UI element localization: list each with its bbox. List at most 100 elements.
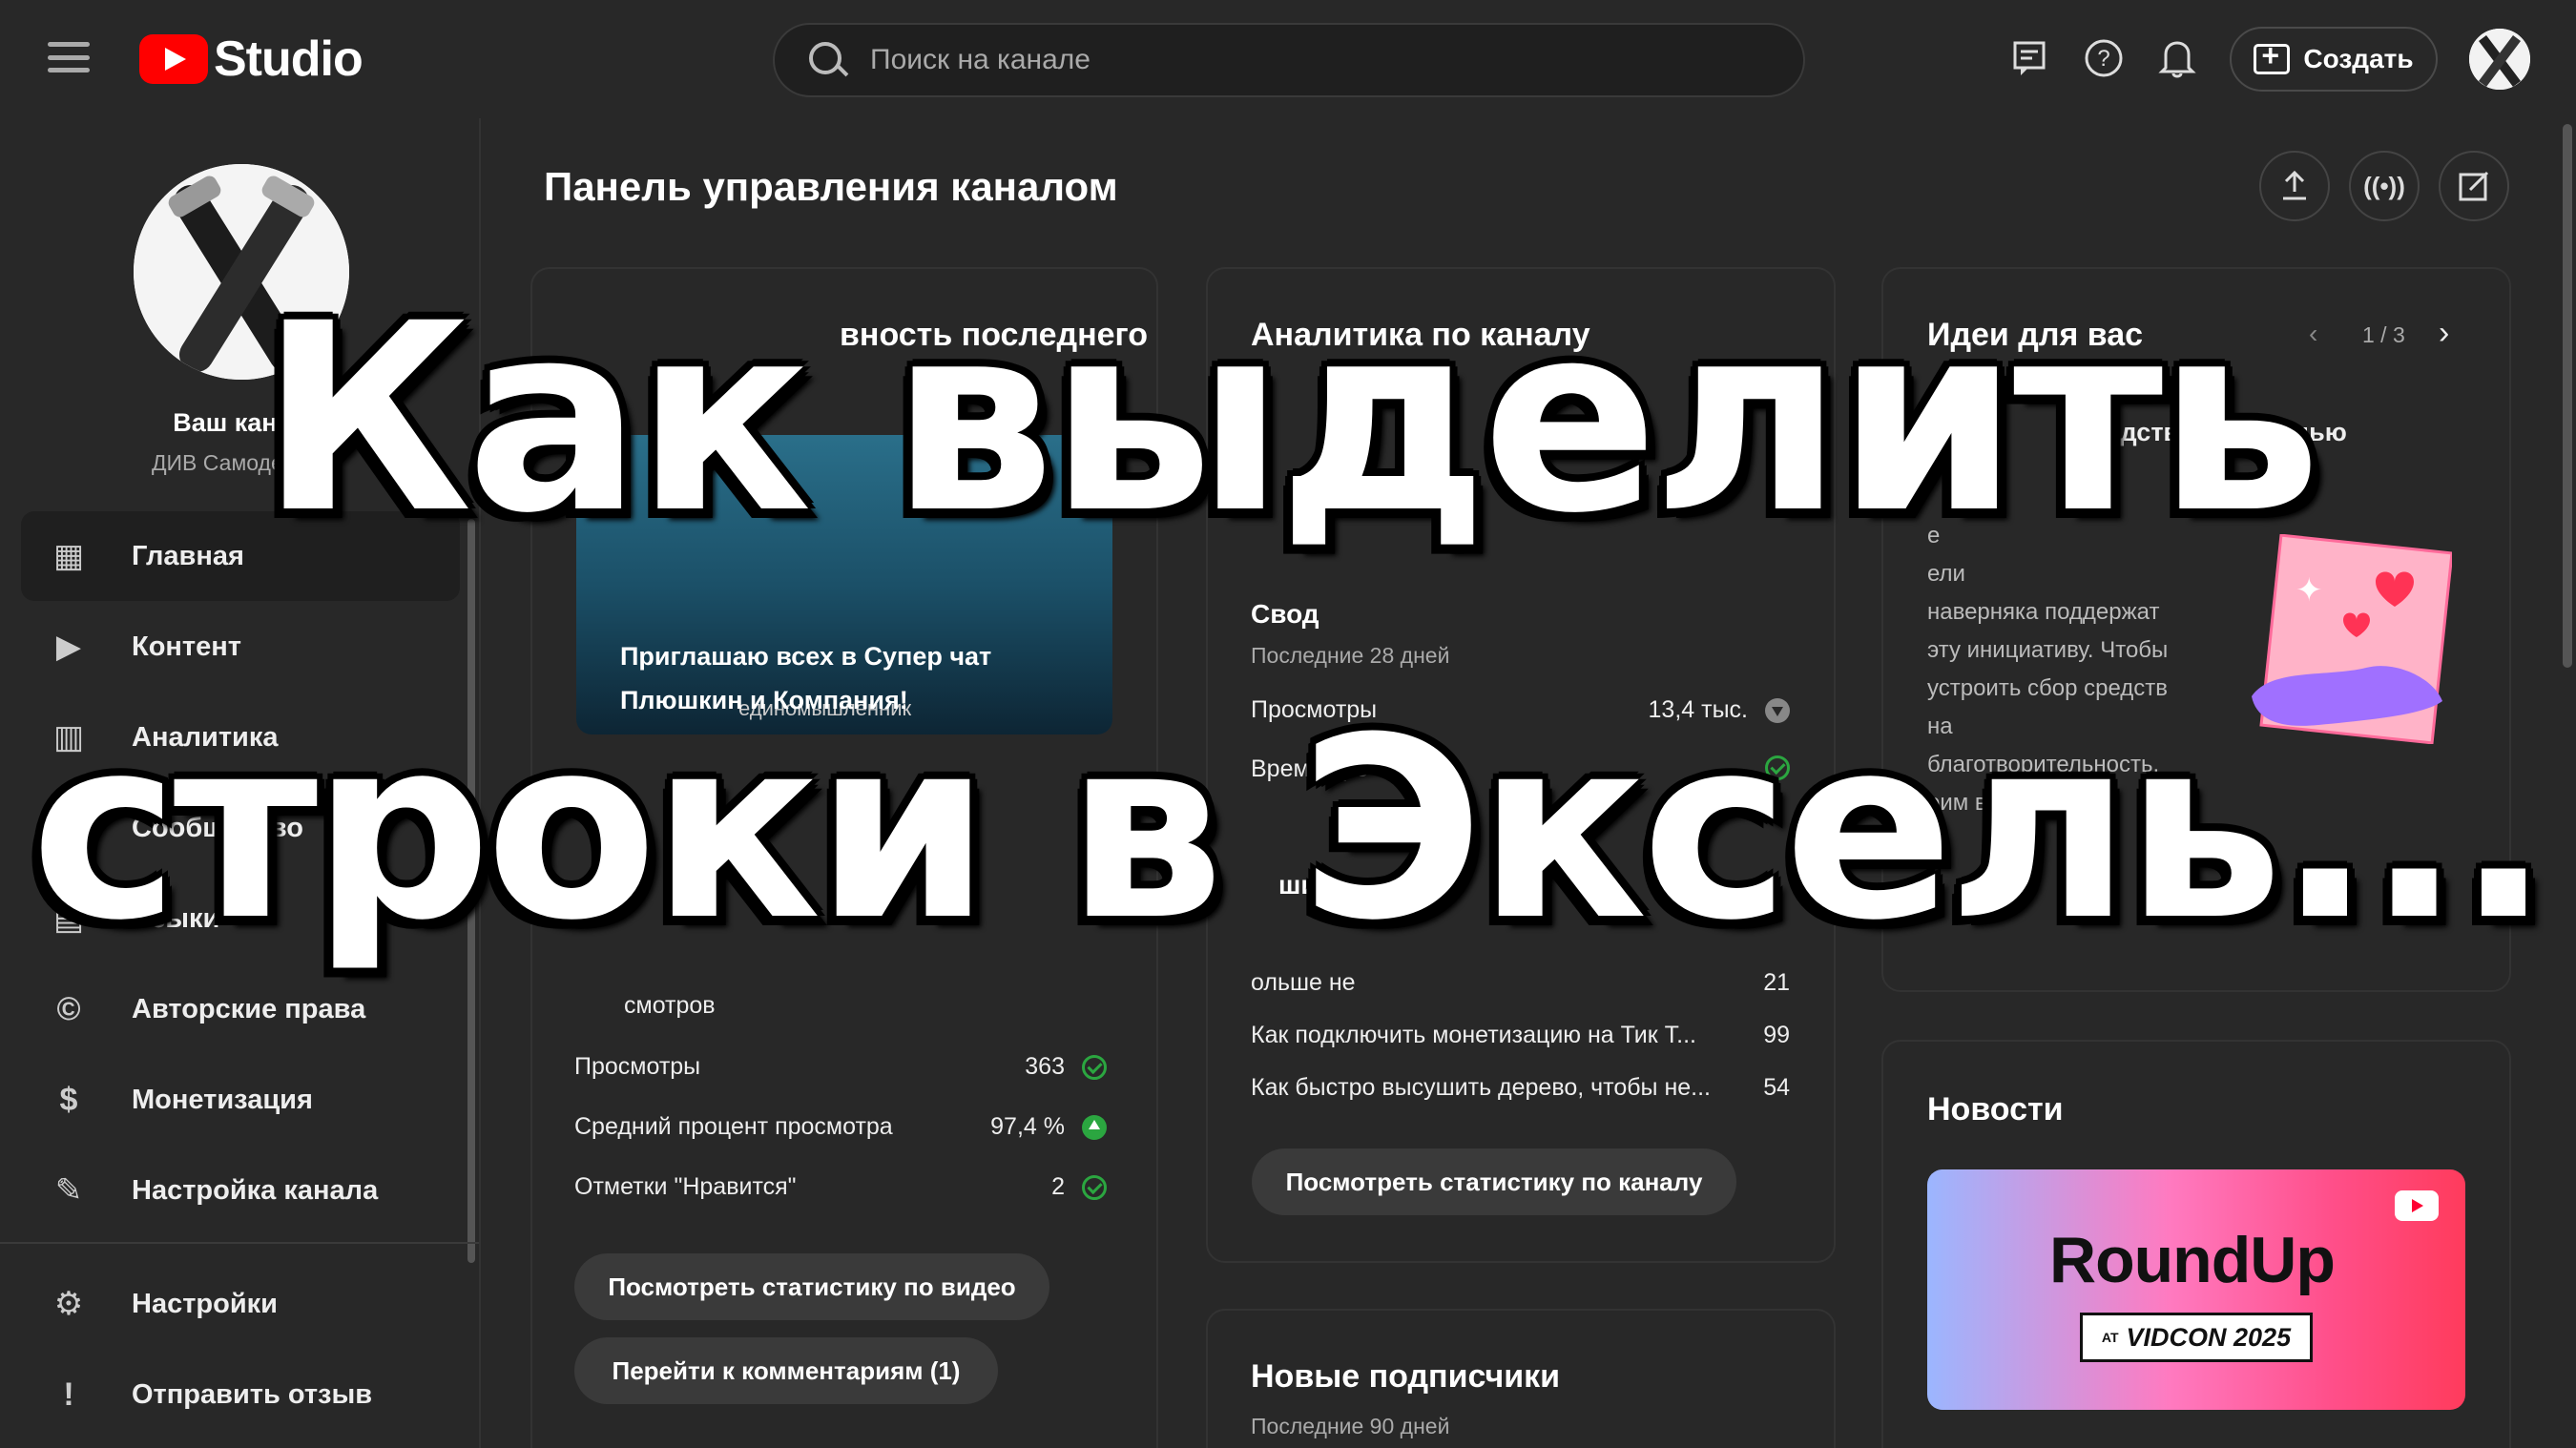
sidebar-item-label: Авторские права (132, 993, 366, 1024)
ideas-illustration: ✦ (2252, 533, 2454, 745)
channel-title: Ваш канал (173, 408, 308, 437)
sidebar-item-2[interactable]: ▥ Аналитика (21, 693, 460, 782)
go-live-icon[interactable]: ((•)) (2349, 151, 2420, 221)
summary-row-label: Время про (1251, 755, 1369, 782)
analytics-title: Аналитика по каналу (1251, 317, 1590, 353)
video-thumbnail[interactable]: единомышленник Приглашаю всех в Супер ча… (576, 435, 1112, 734)
main-scrollbar[interactable] (2563, 124, 2572, 668)
dashboard-icon: ▦ (52, 538, 85, 574)
studio-logo[interactable]: Studio (139, 31, 364, 88)
frag-text: смотров (624, 992, 716, 1019)
top-video-views: 21 (1763, 969, 1790, 996)
top-video-title[interactable]: ольше не (1251, 969, 1356, 997)
sidebar-scrollbar[interactable] (467, 519, 475, 1263)
community-icon: ☺ (52, 809, 86, 846)
sidebar-nav: ▦ Главная ▶ Контент ▥ Аналитика ☺ Сообщество ▤ Яз… (21, 511, 460, 1236)
youtube-mini-icon (2395, 1190, 2439, 1221)
sidebar-item-label: Сообщество (132, 812, 303, 843)
summary-row-value: 13,4 тыс. (1546, 696, 1790, 724)
subtitles-icon: ▤ (52, 900, 85, 937)
go-to-comments-button[interactable]: Перейти к комментариям (1) (574, 1337, 998, 1404)
account-avatar[interactable] (2469, 29, 2530, 90)
channel-avatar[interactable] (134, 164, 349, 380)
captions-icon[interactable] (2006, 34, 2054, 82)
sidebar-item-label: Контент (132, 631, 241, 662)
metric-value: 2 (1051, 1173, 1065, 1200)
sidebar-item-label: Монетизация (132, 1084, 313, 1115)
sidebar-bottom-item-0[interactable]: ⚙ Настройки (21, 1259, 460, 1349)
thumbnail-caption-line-1: Приглашаю всех в Супер чат (620, 642, 992, 671)
check-circle-icon (1082, 1174, 1107, 1200)
hamburger-menu-icon[interactable] (48, 42, 90, 72)
frag-views-text: смотров (624, 992, 716, 1020)
ideas-next-icon[interactable]: › (2439, 315, 2449, 352)
search-icon[interactable] (796, 27, 862, 93)
badge-text: VIDCON 2025 (2126, 1322, 2292, 1352)
search-bar[interactable] (773, 23, 1805, 97)
trend-down-icon (1765, 697, 1790, 723)
ideas-text-line: оим видео кнопку (1927, 790, 2115, 816)
top-videos-title: шие видео (1278, 870, 1421, 900)
sidebar-bottom-item-1[interactable]: ! Отправить отзыв (21, 1350, 460, 1439)
svg-text:✦: ✦ (2296, 571, 2323, 610)
new-subscribers-title: Новые подписчики (1251, 1358, 1561, 1395)
summary-period: Последние 28 дней (1251, 643, 1450, 668)
video-stats-button[interactable]: Посмотреть статистику по видео (574, 1253, 1049, 1320)
ideas-text-line: благотворительность, (1927, 752, 2160, 777)
sidebar-divider (0, 1242, 479, 1244)
sidebar-item-4[interactable]: ▤ Языки (21, 874, 460, 963)
top-video-title[interactable]: Как быстро высушить дерево, чтобы не... (1251, 1074, 1711, 1102)
page-title: Панель управления каналом (544, 164, 1118, 209)
news-banner[interactable]: RoundUp AT VIDCON 2025 (1927, 1169, 2465, 1410)
svg-text:?: ? (2097, 46, 2109, 72)
sidebar-item-label: Отправить отзыв (132, 1378, 373, 1410)
badge-prefix: AT (2101, 1330, 2119, 1345)
sidebar-item-label: Настройка канала (132, 1174, 379, 1206)
channel-name: ДИВ Самоделкин (151, 450, 330, 475)
sidebar-bottom-nav: ⚙ Настройки! Отправить отзыв (21, 1259, 460, 1440)
sidebar-item-7[interactable]: ✎ Настройка канала (21, 1146, 460, 1235)
metric-value-row: 97,4 % (916, 1113, 1107, 1141)
sidebar-item-0[interactable]: ▦ Главная (21, 511, 460, 601)
studio-window: Studio ? Создать (0, 0, 2576, 1448)
sidebar-item-label: Настройки (132, 1288, 279, 1319)
feedback-icon: ! (63, 1376, 74, 1413)
ideas-heading: средства с помощью (2076, 418, 2347, 446)
ideas-text-line: ели (1927, 561, 1965, 587)
sidebar-item-5[interactable]: © Авторские права (21, 964, 460, 1054)
notifications-bell-icon[interactable] (2153, 34, 2201, 82)
create-button-label: Создать (2303, 44, 2414, 73)
metric-value: 363 (1025, 1053, 1065, 1080)
customization-icon: ✎ (54, 1172, 83, 1209)
metric-value: 97,4 % (990, 1113, 1065, 1140)
ideas-prev-icon[interactable]: ‹ (2309, 319, 2317, 349)
top-video-title[interactable]: Как подключить монетизацию на Тик Т... (1251, 1022, 1696, 1049)
thumbnail-caption: Приглашаю всех в Супер чат Плюшкин и Ком… (620, 635, 991, 723)
create-button[interactable]: Создать (2230, 27, 2438, 92)
ideas-text-line: на (1927, 714, 1953, 739)
summary-title: Свод (1251, 599, 1319, 629)
copyright-icon: © (56, 990, 81, 1027)
top-video-views: 99 (1763, 1022, 1790, 1048)
sidebar-item-1[interactable]: ▶ Контент (21, 602, 460, 692)
metric-label: Отметки "Нравится" (574, 1173, 797, 1200)
sidebar-item-label: Аналитика (132, 721, 279, 753)
ideas-text-line: устроить сбор средств (1927, 675, 2169, 701)
latest-video-title: вность последнего (840, 317, 1148, 353)
summary-row-label: Просмотры (1251, 696, 1378, 723)
thumbnail-caption-line-2: Плюшкин и Компания! (620, 685, 908, 714)
news-banner-logo: RoundUp (2049, 1224, 2336, 1296)
top-bar: Studio ? Создать (0, 0, 2576, 118)
channel-stats-button[interactable]: Посмотреть статистику по каналу (1252, 1148, 1736, 1215)
help-icon[interactable]: ? (2080, 34, 2128, 82)
create-post-icon[interactable] (2439, 151, 2509, 221)
sidebar-item-3[interactable]: ☺ Сообщество (21, 783, 460, 873)
ideas-text-line: эту инициативу. Чтобы (1927, 637, 2169, 663)
sidebar-item-6[interactable]: $ Монетизация (21, 1055, 460, 1145)
summary-value: 13,4 тыс. (1648, 696, 1748, 723)
summary-row-value (1546, 755, 1790, 780)
search-input[interactable] (870, 44, 1803, 76)
upload-icon[interactable] (2259, 151, 2330, 221)
news-banner-badge: AT VIDCON 2025 (2080, 1313, 2313, 1362)
check-circle-icon (1082, 1054, 1107, 1080)
